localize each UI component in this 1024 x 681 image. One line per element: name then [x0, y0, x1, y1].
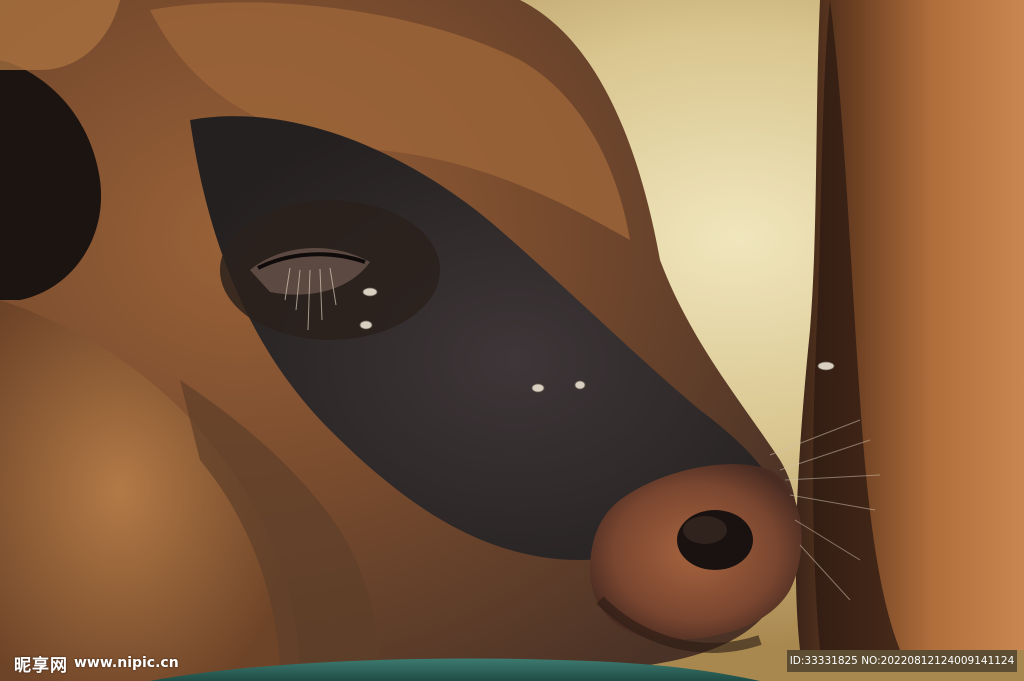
watermark-brand: 昵享网 — [14, 655, 68, 676]
nipic-watermark: 昵享网 www.nipic.cn — [14, 651, 179, 676]
image-id-label: ID:33331825 NO:20220812124009141124 — [787, 650, 1017, 672]
watermark-url: www.nipic.cn — [74, 655, 179, 671]
bison-calf-photo — [0, 0, 1024, 681]
